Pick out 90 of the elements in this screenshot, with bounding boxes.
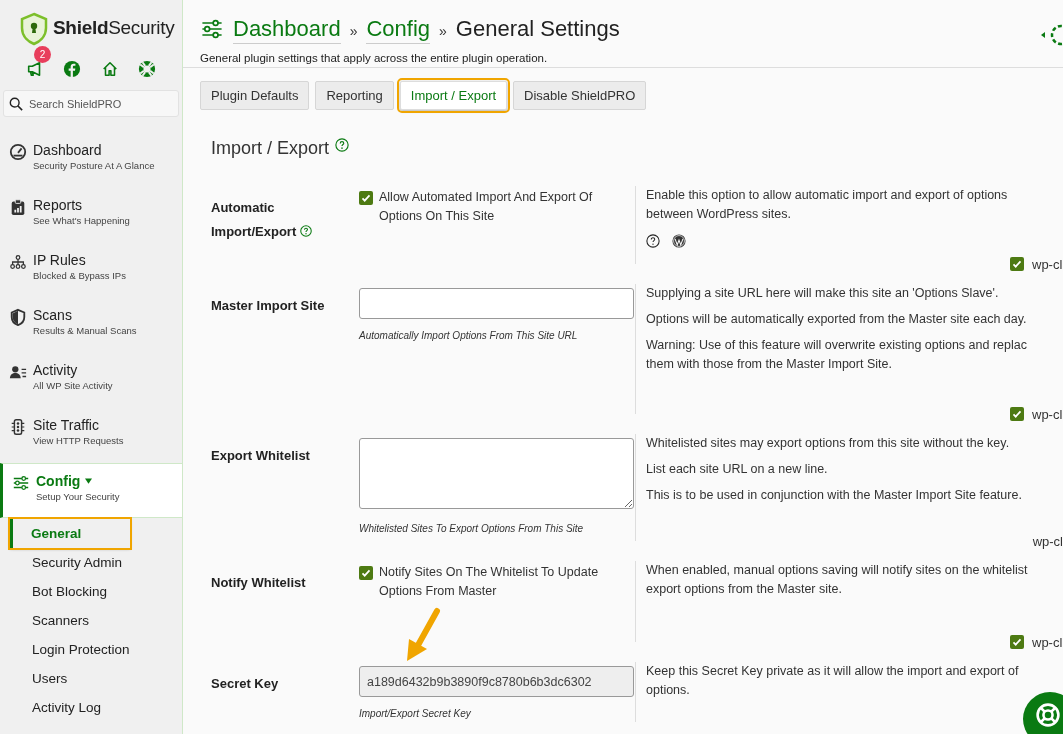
breadcrumb-link[interactable]: Dashboard <box>233 14 341 44</box>
sliders-icon <box>12 474 30 492</box>
nav-item-title: Scans <box>33 306 72 324</box>
nav-item-title: Reports <box>33 196 83 214</box>
nav-item[interactable]: Activity All WP Site Activity <box>0 353 182 408</box>
description-text: List each site URL on a new line. <box>646 461 829 478</box>
submenu-item[interactable]: Scanners <box>0 606 182 635</box>
setting-label: Notify Whitelist <box>211 575 306 590</box>
tab[interactable]: Plugin Defaults <box>200 81 310 110</box>
url-input-field[interactable] <box>359 288 634 319</box>
whitelist-textarea[interactable] <box>359 438 634 509</box>
sliders-icon <box>200 17 224 41</box>
wp-cli-label: wp-cl <box>1032 405 1063 424</box>
logo-text: ShieldSecurity <box>53 16 175 41</box>
nav-item-subtitle: View HTTP Requests <box>33 434 124 448</box>
tab[interactable]: Reporting <box>315 81 394 110</box>
nav-item-subtitle: Security Posture At A Glance <box>33 159 155 173</box>
tab[interactable]: Disable ShieldPRO <box>513 81 647 110</box>
tab[interactable]: Import / Export <box>399 81 508 110</box>
page-subtitle: General plugin settings that apply across the entire plugin operation. <box>200 51 549 66</box>
facebook-icon[interactable] <box>63 60 82 78</box>
nav-item-subtitle: All WP Site Activity <box>33 379 113 393</box>
submenu-item[interactable]: Login Protection <box>0 635 182 664</box>
nav-item[interactable]: Scans Results & Manual Scans <box>0 298 182 353</box>
description-text: This is to be used in conjunction with the Master Import Site feature. <box>646 487 1023 504</box>
description-text: Keep this Secret Key private as it will allow the import and export of options. <box>646 663 1020 699</box>
nav-item[interactable]: Dashboard Security Posture At A Glance <box>0 133 182 188</box>
description-text: Enable this option to allow automatic import and export of options between WordPress sites. <box>646 187 1009 223</box>
help-icon <box>646 234 660 248</box>
submenu-item[interactable]: Bot Blocking <box>0 577 182 606</box>
nav-item-subtitle: Results & Manual Scans <box>33 324 137 338</box>
nav-item-title: Site Traffic <box>33 416 99 434</box>
gauge-icon <box>9 143 27 161</box>
nav-item[interactable]: Config Setup Your Security <box>0 463 182 518</box>
setting-label: Automatic Import/Export <box>211 200 297 239</box>
breadcrumb-separator: » <box>439 21 447 41</box>
network-icon <box>9 253 27 271</box>
nav-item[interactable]: Reports See What's Happening <box>0 188 182 243</box>
wordpress-icon <box>672 234 686 248</box>
field-hint: Import/Export Secret Key <box>359 707 472 721</box>
nav-item[interactable]: Site Traffic View HTTP Requests <box>0 408 182 463</box>
checkbox[interactable] <box>1010 407 1024 422</box>
nav-item-subtitle: Blocked & Bypass IPs <box>33 269 126 283</box>
nav-item-title: Config <box>36 472 81 490</box>
field-hint: Whitelisted Sites To Export Options From This Site <box>359 522 585 536</box>
section-title: Import / Export <box>211 136 330 160</box>
setting-label: Export Whitelist <box>211 448 310 463</box>
wp-cli-label: wp-cl <box>1032 532 1063 551</box>
description-text: Options will be automatically exported from the Master site each day. <box>646 311 1028 328</box>
lifebuoy-icon <box>1035 702 1061 728</box>
nav-item-title: Dashboard <box>33 141 102 159</box>
secret-key-field[interactable]: a189d6432b9b3890f9c8780b6b3dc6302 <box>359 666 634 697</box>
help-icon <box>335 138 350 152</box>
nav-item-title: Activity <box>33 361 78 379</box>
breadcrumb-link[interactable]: Config <box>366 14 431 44</box>
clipboard-icon <box>9 198 27 216</box>
checkbox-label: Allow Automated Import And Export Of Options On This Site <box>379 189 594 225</box>
description-text: When enabled, manual options saving will notify sites on the whitelist export options from the Master site. <box>646 562 1029 598</box>
description-text: Warning: Use of this feature will overwrite existing options and replac them with those from the Master Import Site. <box>646 337 1028 373</box>
home-icon[interactable] <box>100 60 119 78</box>
search-icon <box>9 97 23 111</box>
user-list-icon <box>9 363 27 381</box>
field-hint: Automatically Import Options From This Site URL <box>359 329 579 343</box>
checkbox[interactable] <box>359 191 373 205</box>
nav-item[interactable]: IP Rules Blocked & Bypass IPs <box>0 243 182 298</box>
nav-item-subtitle: See What's Happening <box>33 214 130 228</box>
checkbox[interactable] <box>359 566 373 580</box>
search-field[interactable]: Search ShieldPRO <box>3 90 179 117</box>
breadcrumb-separator: » <box>349 21 358 41</box>
wp-cli-label: wp-cl <box>1032 255 1063 274</box>
checkbox-label: Notify Sites On The Whitelist To Update Options From Master <box>379 564 600 600</box>
nav-item-title: IP Rules <box>33 251 86 269</box>
submenu-item[interactable]: General <box>10 519 130 548</box>
setting-label: Master Import Site <box>211 298 325 313</box>
description-text: Whitelisted sites may export options from this site without the key. <box>646 435 1011 452</box>
notification-badge: 2 <box>34 46 51 63</box>
nav-item-subtitle: Setup Your Security <box>36 490 120 504</box>
shield-icon <box>9 308 27 326</box>
page-title: General Settings <box>455 15 620 43</box>
checkbox[interactable] <box>1010 257 1024 272</box>
shield-logo-icon <box>19 11 49 46</box>
submenu-item[interactable]: Security Admin <box>0 548 182 577</box>
wp-cli-label: wp-cl <box>1032 633 1063 652</box>
lifebuoy-icon[interactable] <box>138 60 156 78</box>
submenu-item[interactable]: Activity Log <box>0 693 182 722</box>
description-text: Supplying a site URL here will make this site an 'Options Slave'. <box>646 285 1000 302</box>
checkbox[interactable] <box>1010 635 1024 650</box>
traffic-light-icon <box>9 418 27 436</box>
setting-label: Secret Key <box>211 676 279 691</box>
submenu-item[interactable]: Users <box>0 664 182 693</box>
